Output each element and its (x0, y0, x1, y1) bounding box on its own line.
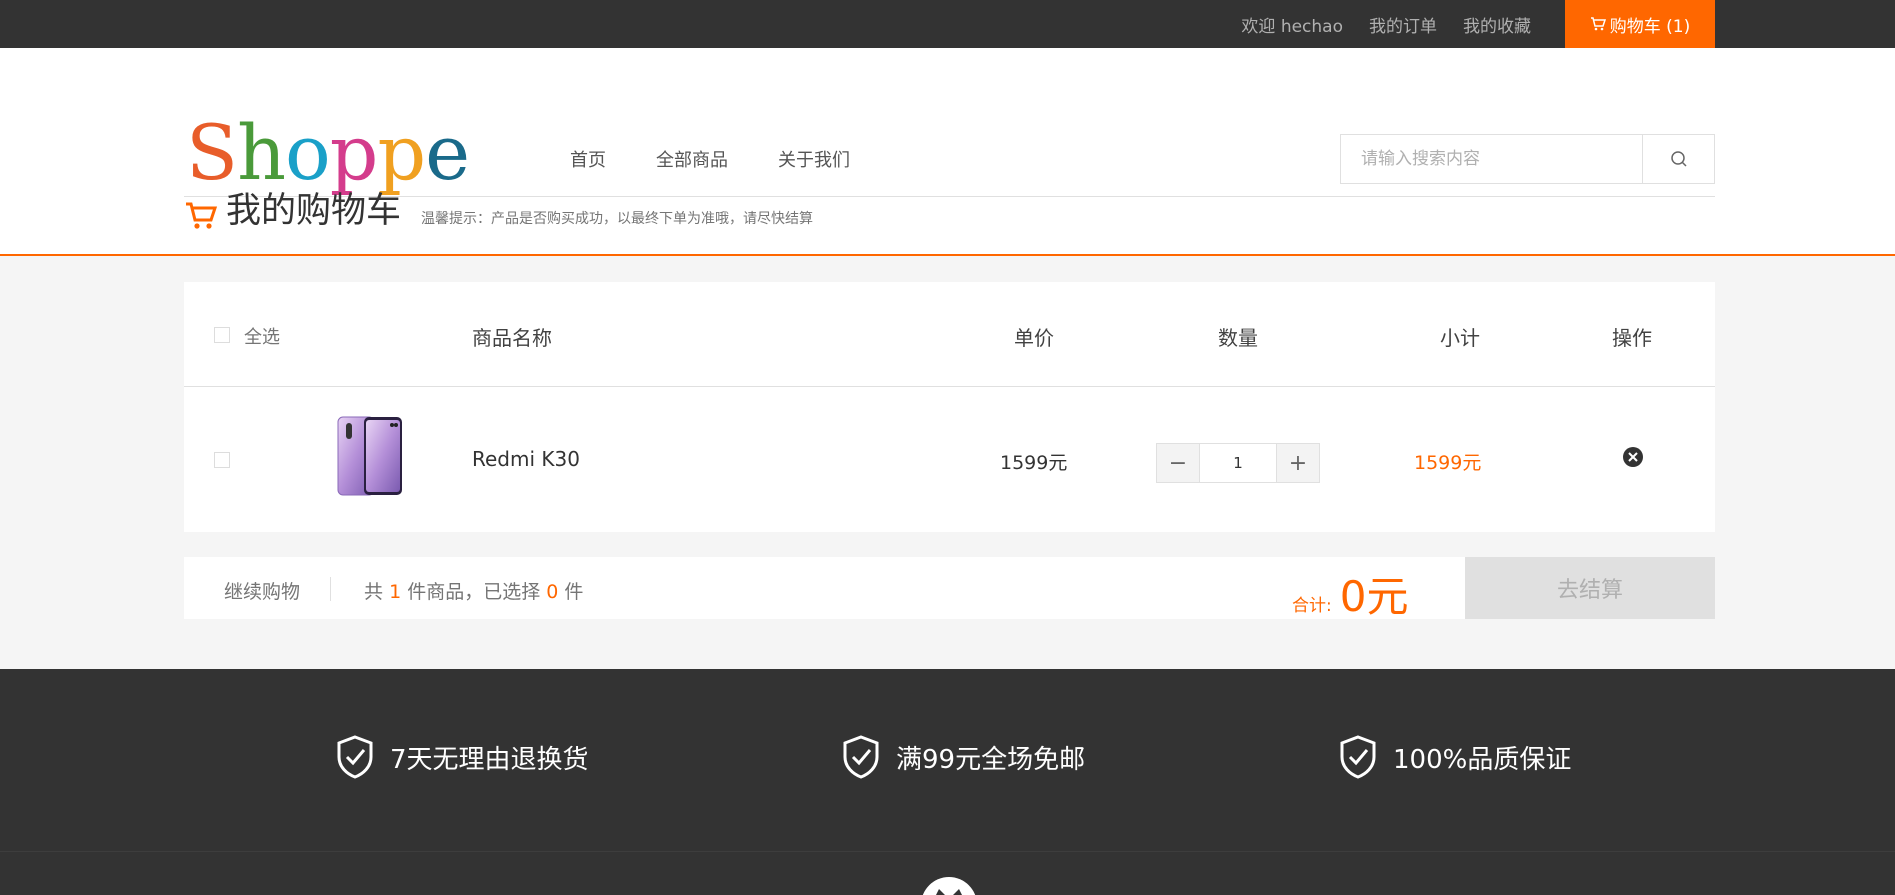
top-bar: 欢迎 hechao 我的订单 我的收藏 购物车 (1) (0, 0, 1895, 48)
cart-icon (1590, 16, 1606, 32)
checkout-button[interactable]: 去结算 (1465, 557, 1715, 619)
search-input[interactable] (1341, 135, 1642, 183)
mascot-icon (921, 877, 977, 895)
search-button[interactable] (1642, 135, 1714, 183)
shoppe-logo[interactable]: Shoppe (186, 108, 470, 198)
service-label: 满99元全场免邮 (896, 744, 1086, 775)
product-subtotal: 1599元 (1414, 452, 1482, 474)
column-subtotal: 小计 (1440, 326, 1480, 350)
my-favorites-link[interactable]: 我的收藏 (1463, 12, 1531, 37)
shield-check-icon (1340, 735, 1376, 779)
qty-decrease-button[interactable]: − (1157, 444, 1199, 482)
logo-letter: e (425, 108, 470, 197)
item-count-summary: 共 1 件商品，已选择 0 件 (364, 577, 583, 604)
nav-all-products[interactable]: 全部商品 (656, 146, 728, 172)
site-footer: 7天无理由退换货 满99元全场免邮 100%品质保证 (0, 669, 1895, 895)
nav-about[interactable]: 关于我们 (778, 146, 850, 172)
service-label: 7天无理由退换货 (390, 744, 589, 775)
count-prefix: 共 (364, 581, 384, 603)
service-returns: 7天无理由退换货 (336, 735, 589, 779)
logo-letter: h (237, 108, 286, 197)
delete-item-button[interactable] (1622, 446, 1644, 472)
logo-letter: p (377, 108, 426, 197)
column-name: 商品名称 (472, 326, 552, 350)
continue-shopping-link[interactable]: 继续购物 (224, 577, 300, 604)
count-selected: 0 (546, 581, 559, 603)
select-all-checkbox[interactable] (214, 327, 230, 343)
cart-tip: 温馨提示：产品是否购买成功，以最终下单为准哦，请尽快结算 (421, 211, 814, 227)
cart-list-header: 全选 商品名称 单价 数量 小计 操作 (184, 282, 1715, 387)
total-label: 合计: (1292, 596, 1332, 616)
column-price: 单价 (1014, 326, 1054, 350)
product-name[interactable]: Redmi K30 (472, 447, 580, 471)
cart-title-row: 我的购物车 温馨提示：产品是否购买成功，以最终下单为准哦，请尽快结算 (184, 190, 813, 232)
item-checkbox[interactable] (214, 452, 230, 468)
service-label: 100%品质保证 (1393, 744, 1572, 775)
product-image[interactable] (336, 415, 404, 501)
logo-letter: S (186, 108, 238, 197)
footer-divider (0, 851, 1895, 852)
cart-icon (186, 202, 218, 229)
my-orders-link[interactable]: 我的订单 (1369, 12, 1437, 37)
product-price: 1599元 (1000, 452, 1068, 474)
title-underline (0, 254, 1895, 256)
search-box (1340, 134, 1715, 184)
total-value: 0元 (1339, 572, 1409, 621)
qty-increase-button[interactable]: + (1277, 444, 1319, 482)
service-free-shipping: 满99元全场免邮 (842, 735, 1085, 779)
top-cart-button[interactable]: 购物车 (1) (1565, 0, 1715, 48)
search-icon (1670, 151, 1687, 167)
count-mid: 件商品，已选择 (407, 581, 541, 603)
checkout-bar: 继续购物 共 1 件商品，已选择 0 件 合计: 0元 去结算 (184, 557, 1715, 621)
top-links: 欢迎 hechao 我的订单 我的收藏 (1215, 0, 1531, 48)
page-title: 我的购物车 (226, 191, 402, 231)
qty-value[interactable]: 1 (1199, 444, 1277, 482)
order-total: 合计: 0元 (1292, 563, 1408, 624)
cart-item-row: Redmi K30 1599元 − 1 + 1599元 (184, 387, 1715, 532)
count-total: 1 (389, 581, 402, 603)
column-qty: 数量 (1218, 326, 1258, 350)
nav-home[interactable]: 首页 (570, 146, 606, 172)
shield-check-icon (337, 735, 373, 779)
select-all-label: 全选 (244, 327, 280, 348)
shield-check-icon (843, 735, 879, 779)
logo-letter: p (329, 108, 379, 197)
count-suffix: 件 (564, 581, 584, 603)
quantity-stepper: − 1 + (1156, 443, 1320, 483)
main-nav: 首页 全部商品 关于我们 (570, 146, 900, 172)
top-cart-label: 购物车 (1) (1609, 16, 1691, 37)
service-quality: 100%品质保证 (1339, 735, 1571, 779)
logo-letter: o (285, 108, 331, 197)
column-action: 操作 (1612, 326, 1652, 350)
welcome-link[interactable]: 欢迎 hechao (1241, 12, 1343, 37)
bar-separator (330, 577, 331, 601)
close-icon (1623, 447, 1643, 467)
cart-list: 全选 商品名称 单价 数量 小计 操作 Redmi K30 1599元 − 1 … (184, 282, 1715, 532)
